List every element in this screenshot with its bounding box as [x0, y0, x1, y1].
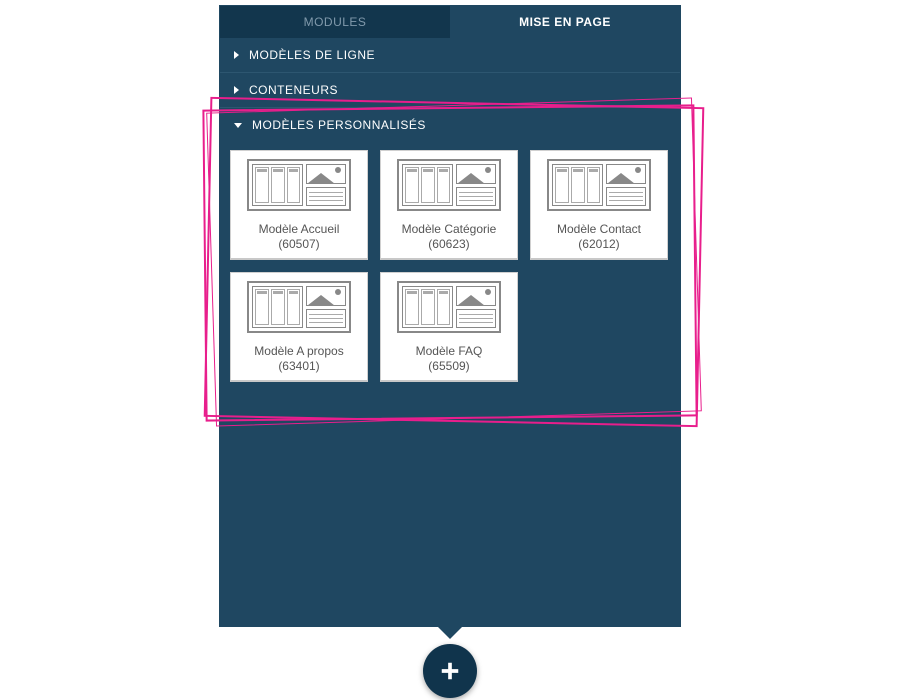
section-custom-templates: MODÈLES PERSONNALISÉS Modèle Accueil(605… [220, 108, 680, 396]
section-title-row-templates: MODÈLES DE LIGNE [249, 48, 375, 62]
panel-spacer [220, 396, 680, 626]
panel-tail-icon [438, 627, 462, 639]
section-containers: CONTENEURS [220, 73, 680, 108]
tab-modules[interactable]: MODULES [220, 6, 450, 38]
template-card[interactable]: Modèle Accueil(60507) [230, 150, 368, 260]
tab-modules-label: MODULES [304, 15, 367, 29]
template-card-label: Modèle Accueil(60507) [259, 222, 340, 252]
chevron-down-icon [234, 123, 242, 128]
tab-layout[interactable]: MISE EN PAGE [450, 6, 680, 38]
section-title-custom-templates: MODÈLES PERSONNALISÉS [252, 118, 426, 132]
template-grid: Modèle Accueil(60507) Modèle Catégorie(6… [220, 142, 680, 396]
chevron-right-icon [234, 51, 239, 59]
template-thumbnail-icon [247, 281, 351, 333]
template-thumbnail-icon [247, 159, 351, 211]
template-card-label: Modèle Catégorie(60623) [402, 222, 497, 252]
plus-icon [439, 660, 461, 682]
tab-layout-label: MISE EN PAGE [519, 15, 611, 29]
section-title-containers: CONTENEURS [249, 83, 338, 97]
chevron-right-icon [234, 86, 239, 94]
section-row-templates: MODÈLES DE LIGNE [220, 38, 680, 73]
template-thumbnail-icon [397, 159, 501, 211]
template-card[interactable]: Modèle Contact(62012) [530, 150, 668, 260]
layout-panel: MODULES MISE EN PAGE MODÈLES DE LIGNE CO… [219, 5, 681, 627]
template-card-label: Modèle Contact(62012) [557, 222, 641, 252]
template-thumbnail-icon [397, 281, 501, 333]
section-header-containers[interactable]: CONTENEURS [220, 73, 680, 107]
template-card[interactable]: Modèle FAQ(65509) [380, 272, 518, 382]
template-card[interactable]: Modèle Catégorie(60623) [380, 150, 518, 260]
section-header-custom-templates[interactable]: MODÈLES PERSONNALISÉS [220, 108, 680, 142]
tab-bar: MODULES MISE EN PAGE [220, 6, 680, 38]
section-header-row-templates[interactable]: MODÈLES DE LIGNE [220, 38, 680, 72]
template-card-label: Modèle A propos(63401) [254, 344, 343, 374]
add-button[interactable] [423, 644, 477, 698]
template-card[interactable]: Modèle A propos(63401) [230, 272, 368, 382]
fab-container [423, 644, 477, 698]
template-thumbnail-icon [547, 159, 651, 211]
template-card-label: Modèle FAQ(65509) [416, 344, 483, 374]
